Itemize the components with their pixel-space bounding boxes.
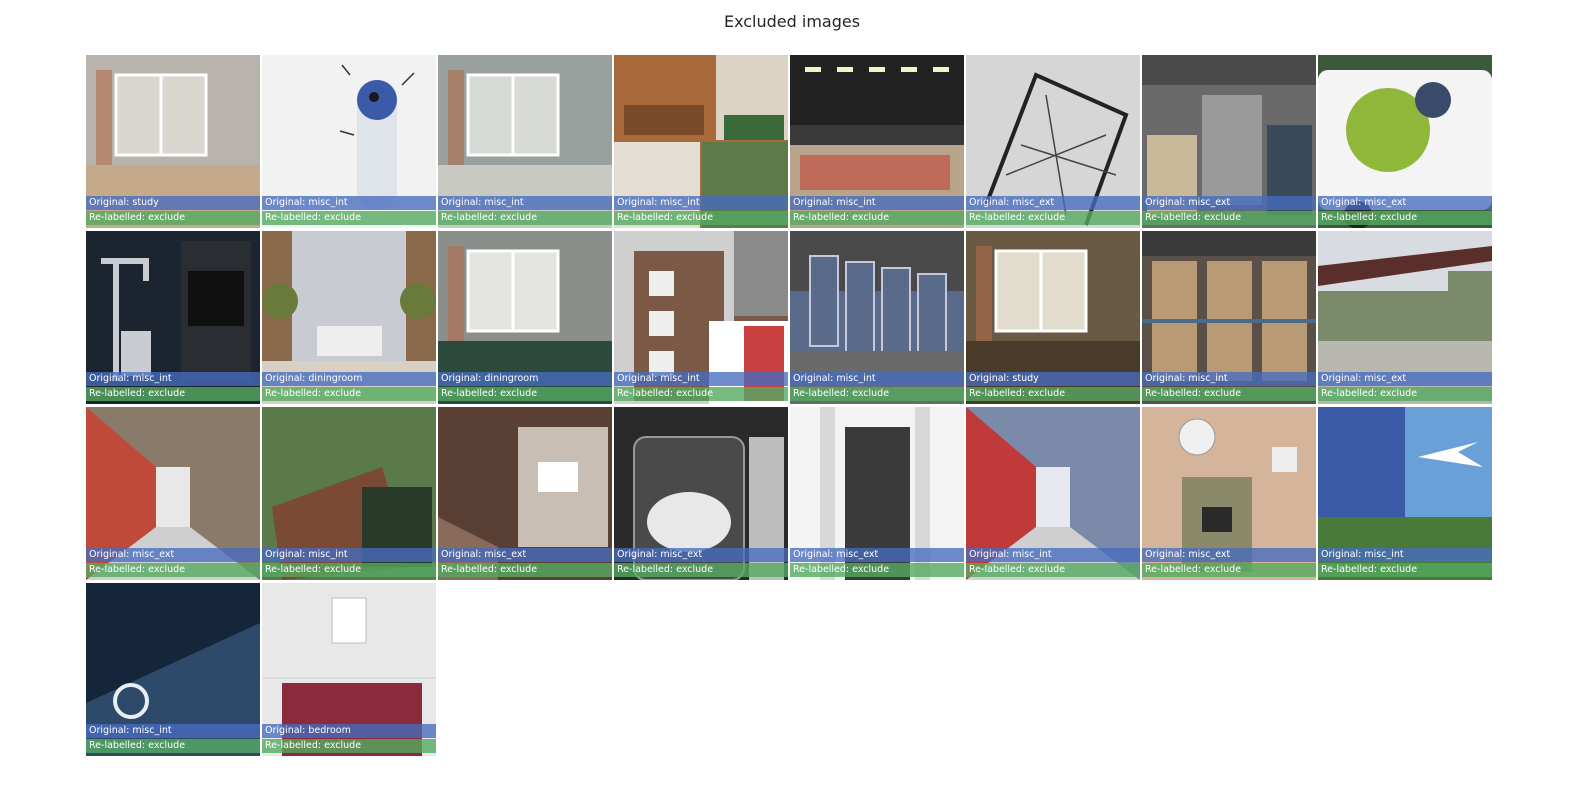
original-label: Original: misc_ext (966, 196, 1140, 210)
image-tile[interactable]: Original: misc_int Re-labelled: exclude (614, 231, 788, 404)
image-tile[interactable]: Original: study Re-labelled: exclude (86, 55, 260, 228)
relabelled-label: Re-labelled: exclude (966, 387, 1140, 401)
image-tile[interactable]: Original: misc_ext Re-labelled: exclude (1318, 55, 1492, 228)
page-title: Excluded images (723, 12, 861, 31)
original-label: Original: diningroom (262, 372, 436, 386)
relabelled-label: Re-labelled: exclude (1318, 387, 1492, 401)
original-label: Original: misc_ext (614, 548, 788, 562)
image-tile[interactable]: Original: misc_ext Re-labelled: exclude (966, 55, 1140, 228)
relabelled-label: Re-labelled: exclude (438, 387, 612, 401)
relabelled-label: Re-labelled: exclude (86, 211, 260, 225)
image-tile[interactable]: Original: misc_int Re-labelled: exclude (262, 55, 436, 228)
relabelled-label: Re-labelled: exclude (1318, 211, 1492, 225)
original-label: Original: misc_int (614, 372, 788, 386)
original-label: Original: misc_int (86, 372, 260, 386)
image-tile[interactable]: Original: misc_int Re-labelled: exclude (262, 407, 436, 580)
relabelled-label: Re-labelled: exclude (614, 387, 788, 401)
original-label: Original: misc_int (790, 372, 964, 386)
image-tile[interactable]: Original: misc_int Re-labelled: exclude (86, 583, 260, 756)
image-tile[interactable]: Original: misc_ext Re-labelled: exclude (438, 407, 612, 580)
relabelled-label: Re-labelled: exclude (790, 211, 964, 225)
relabelled-label: Re-labelled: exclude (614, 211, 788, 225)
relabelled-label: Re-labelled: exclude (1142, 211, 1316, 225)
relabelled-label: Re-labelled: exclude (438, 563, 612, 577)
original-label: Original: misc_int (614, 196, 788, 210)
image-tile[interactable]: Original: misc_int Re-labelled: exclude (86, 231, 260, 404)
image-tile[interactable]: Original: misc_ext Re-labelled: exclude (1142, 55, 1316, 228)
relabelled-label: Re-labelled: exclude (614, 563, 788, 577)
original-label: Original: misc_int (262, 196, 436, 210)
original-label: Original: misc_ext (1142, 548, 1316, 562)
original-label: Original: study (86, 196, 260, 210)
image-grid: Original: study Re-labelled: exclude Origi… (86, 55, 1492, 756)
original-label: Original: misc_ext (1142, 196, 1316, 210)
original-label: Original: misc_int (790, 196, 964, 210)
image-tile[interactable]: Original: bedroom Re-labelled: exclude (262, 583, 436, 756)
relabelled-label: Re-labelled: exclude (86, 739, 260, 753)
image-tile[interactable]: Original: study Re-labelled: exclude (966, 231, 1140, 404)
relabelled-label: Re-labelled: exclude (262, 211, 436, 225)
image-tile[interactable]: Original: misc_ext Re-labelled: exclude (1318, 231, 1492, 404)
relabelled-label: Re-labelled: exclude (966, 211, 1140, 225)
image-tile[interactable]: Original: misc_int Re-labelled: exclude (438, 55, 612, 228)
original-label: Original: misc_int (1142, 372, 1316, 386)
image-tile[interactable]: Original: misc_ext Re-labelled: exclude (86, 407, 260, 580)
relabelled-label: Re-labelled: exclude (790, 387, 964, 401)
original-label: Original: study (966, 372, 1140, 386)
original-label: Original: misc_ext (790, 548, 964, 562)
original-label: Original: misc_int (438, 196, 612, 210)
relabelled-label: Re-labelled: exclude (1142, 563, 1316, 577)
original-label: Original: misc_ext (1318, 196, 1492, 210)
image-tile[interactable]: Original: misc_int Re-labelled: exclude (1142, 231, 1316, 404)
original-label: Original: misc_int (86, 724, 260, 738)
original-label: Original: diningroom (438, 372, 612, 386)
image-tile[interactable]: Original: misc_int Re-labelled: exclude (966, 407, 1140, 580)
original-label: Original: misc_ext (86, 548, 260, 562)
image-tile[interactable]: Original: misc_int Re-labelled: exclude (1318, 407, 1492, 580)
original-label: Original: misc_int (1318, 548, 1492, 562)
relabelled-label: Re-labelled: exclude (1318, 563, 1492, 577)
image-tile[interactable]: Original: misc_ext Re-labelled: exclude (790, 407, 964, 580)
relabelled-label: Re-labelled: exclude (1142, 387, 1316, 401)
image-tile[interactable]: Original: misc_ext Re-labelled: exclude (614, 407, 788, 580)
image-tile[interactable]: Original: diningroom Re-labelled: exclude (262, 231, 436, 404)
relabelled-label: Re-labelled: exclude (86, 563, 260, 577)
relabelled-label: Re-labelled: exclude (262, 387, 436, 401)
relabelled-label: Re-labelled: exclude (790, 563, 964, 577)
original-label: Original: bedroom (262, 724, 436, 738)
image-tile[interactable]: Original: misc_int Re-labelled: exclude (614, 55, 788, 228)
relabelled-label: Re-labelled: exclude (86, 387, 260, 401)
original-label: Original: misc_int (262, 548, 436, 562)
image-tile[interactable]: Original: misc_int Re-labelled: exclude (790, 231, 964, 404)
image-tile[interactable]: Original: diningroom Re-labelled: exclude (438, 231, 612, 404)
relabelled-label: Re-labelled: exclude (262, 563, 436, 577)
original-label: Original: misc_int (966, 548, 1140, 562)
image-tile[interactable]: Original: misc_ext Re-labelled: exclude (1142, 407, 1316, 580)
relabelled-label: Re-labelled: exclude (966, 563, 1140, 577)
original-label: Original: misc_ext (1318, 372, 1492, 386)
relabelled-label: Re-labelled: exclude (262, 739, 436, 753)
original-label: Original: misc_ext (438, 548, 612, 562)
relabelled-label: Re-labelled: exclude (438, 211, 612, 225)
image-tile[interactable]: Original: misc_int Re-labelled: exclude (790, 55, 964, 228)
